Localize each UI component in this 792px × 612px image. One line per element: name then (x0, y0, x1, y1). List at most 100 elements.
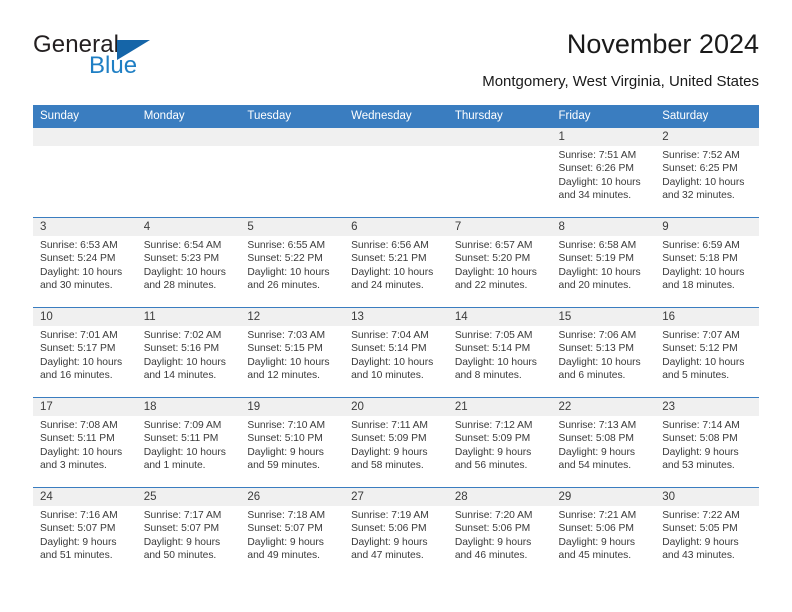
day-cell[interactable]: 1 Sunrise: 7:51 AM Sunset: 6:26 PM Daylight… (551, 128, 656, 217)
day-cell[interactable]: 12 Sunrise: 7:03 AM Sunset: 5:15 PM Dayligh… (240, 308, 345, 397)
sunset-time: Sunset: 5:24 PM (40, 253, 116, 265)
day-cell[interactable]: 11 Sunrise: 7:02 AM Sunset: 5:16 PM Dayligh… (136, 308, 241, 397)
day-cell[interactable]: 19 Sunrise: 7:10 AM Sunset: 5:10 PM Dayligh… (240, 398, 345, 487)
day-number: 15 (551, 308, 656, 326)
sunset-time: Sunset: 5:20 PM (454, 253, 531, 265)
day-cell[interactable]: 8 Sunrise: 6:58 AM Sunset: 5:19 PM Daylight… (551, 218, 656, 307)
day-cell[interactable]: 27 Sunrise: 7:19 AM Sunset: 5:06 PM Dayligh… (344, 488, 448, 577)
daylight-duration-line1: Daylight: 10 hours (40, 356, 123, 368)
calendar-cell: 14 Sunrise: 7:05 AM Sunset: 5:14 PM Dayligh… (447, 307, 552, 398)
day-cell[interactable]: 25 Sunrise: 7:17 AM Sunset: 5:07 PM Dayligh… (136, 488, 241, 577)
day-details: Sunrise: 7:13 AM Sunset: 5:08 PM Daylight:… (552, 416, 656, 473)
daylight-duration-line2: and 53 minutes. (662, 460, 735, 472)
day-details: Sunrise: 7:03 AM Sunset: 5:15 PM Daylight:… (240, 326, 344, 383)
calendar-cell (136, 127, 241, 218)
day-cell[interactable]: 16 Sunrise: 7:07 AM Sunset: 5:12 PM Dayligh… (655, 308, 759, 397)
day-cell[interactable]: 26 Sunrise: 7:18 AM Sunset: 5:07 PM Dayligh… (240, 488, 345, 577)
day-cell[interactable]: 7 Sunrise: 6:57 AM Sunset: 5:20 PM Daylight… (447, 218, 552, 307)
day-cell[interactable]: 4 Sunrise: 6:54 AM Sunset: 5:23 PM Daylight… (136, 218, 241, 307)
day-cell[interactable]: 5 Sunrise: 6:55 AM Sunset: 5:22 PM Daylight… (240, 218, 345, 307)
day-cell[interactable]: 22 Sunrise: 7:13 AM Sunset: 5:08 PM Dayligh… (551, 398, 656, 487)
daylight-duration-line1: Daylight: 10 hours (40, 266, 123, 278)
day-cell[interactable]: 20 Sunrise: 7:11 AM Sunset: 5:09 PM Dayligh… (344, 398, 448, 487)
day-cell[interactable]: 28 Sunrise: 7:20 AM Sunset: 5:06 PM Dayligh… (447, 488, 552, 577)
calendar-cell (447, 127, 552, 218)
sunrise-time: Sunrise: 7:52 AM (662, 150, 740, 161)
daylight-duration-line1: Daylight: 10 hours (454, 266, 537, 278)
day-cell[interactable]: 2 Sunrise: 7:52 AM Sunset: 6:25 PM Daylight… (655, 128, 759, 217)
day-cell[interactable]: 15 Sunrise: 7:06 AM Sunset: 5:13 PM Dayligh… (551, 308, 656, 397)
day-cell[interactable]: 21 Sunrise: 7:12 AM Sunset: 5:09 PM Dayligh… (447, 398, 552, 487)
calendar-cell: 15 Sunrise: 7:06 AM Sunset: 5:13 PM Dayligh… (551, 307, 656, 398)
weekday-header-wednesday: Wednesday (344, 105, 448, 128)
weekday-header-sunday: Sunday (33, 105, 137, 128)
day-number: 23 (655, 398, 759, 416)
day-cell[interactable]: 23 Sunrise: 7:14 AM Sunset: 5:08 PM Dayligh… (655, 398, 759, 487)
sunrise-time: Sunrise: 7:04 AM (351, 330, 429, 341)
day-details: Sunrise: 6:56 AM Sunset: 5:21 PM Daylight:… (344, 236, 448, 293)
daylight-duration-line1: Daylight: 10 hours (662, 356, 745, 368)
day-cell[interactable]: 6 Sunrise: 6:56 AM Sunset: 5:21 PM Daylight… (344, 218, 448, 307)
daylight-duration-line2: and 46 minutes. (454, 550, 528, 562)
day-details: Sunrise: 7:21 AM Sunset: 5:06 PM Daylight:… (552, 506, 656, 563)
sunset-time: Sunset: 5:05 PM (662, 523, 738, 535)
daylight-duration-line2: and 18 minutes. (662, 280, 735, 292)
calendar-cell: 7 Sunrise: 6:57 AM Sunset: 5:20 PM Daylight… (447, 217, 552, 308)
day-cell[interactable]: 29 Sunrise: 7:21 AM Sunset: 5:06 PM Dayligh… (551, 488, 656, 577)
empty-day-cell (240, 128, 345, 217)
day-details: Sunrise: 7:52 AM Sunset: 6:25 PM Daylight:… (655, 146, 759, 203)
general-blue-logo[interactable]: General Blue (33, 32, 203, 86)
calendar-cell: 5 Sunrise: 6:55 AM Sunset: 5:22 PM Daylight… (240, 217, 345, 308)
day-details: Sunrise: 7:06 AM Sunset: 5:13 PM Daylight:… (552, 326, 656, 383)
day-number: 26 (240, 488, 345, 506)
daylight-duration-line1: Daylight: 10 hours (662, 176, 745, 188)
calendar-header-row: Sunday Monday Tuesday Wednesday Thursday Frid… (33, 105, 759, 128)
day-cell[interactable]: 24 Sunrise: 7:16 AM Sunset: 5:07 PM Dayligh… (33, 488, 137, 577)
day-number: 22 (551, 398, 656, 416)
daylight-duration-line2: and 8 minutes. (454, 370, 522, 382)
calendar-week-row: 10 Sunrise: 7:01 AM Sunset: 5:17 PM Dayligh… (33, 307, 759, 398)
daylight-duration-line2: and 22 minutes. (454, 280, 528, 292)
sunset-time: Sunset: 5:10 PM (247, 433, 323, 445)
calendar-cell (240, 127, 345, 218)
calendar-cell: 9 Sunrise: 6:59 AM Sunset: 5:18 PM Daylight… (655, 217, 759, 308)
day-cell[interactable]: 30 Sunrise: 7:22 AM Sunset: 5:05 PM Dayligh… (655, 488, 759, 577)
sunset-time: Sunset: 5:07 PM (40, 523, 116, 535)
sunrise-time: Sunrise: 6:58 AM (558, 240, 637, 251)
sunrise-time: Sunrise: 7:13 AM (558, 420, 637, 431)
brand-name-blue: Blue (89, 52, 138, 79)
sunset-time: Sunset: 5:12 PM (662, 343, 738, 355)
sunrise-time: Sunrise: 7:03 AM (247, 330, 326, 341)
day-cell[interactable]: 17 Sunrise: 7:08 AM Sunset: 5:11 PM Dayligh… (33, 398, 137, 487)
day-number: 21 (447, 398, 552, 416)
sunrise-time: Sunrise: 7:19 AM (351, 510, 429, 521)
day-details: Sunrise: 7:19 AM Sunset: 5:06 PM Daylight:… (344, 506, 448, 563)
daylight-duration-line1: Daylight: 9 hours (40, 536, 117, 548)
daylight-duration-line1: Daylight: 9 hours (247, 536, 324, 548)
day-number: 8 (551, 218, 656, 236)
day-cell[interactable]: 13 Sunrise: 7:04 AM Sunset: 5:14 PM Dayligh… (344, 308, 448, 397)
sunset-time: Sunset: 5:08 PM (558, 433, 634, 445)
day-cell[interactable]: 3 Sunrise: 6:53 AM Sunset: 5:24 PM Daylight… (33, 218, 137, 307)
day-cell[interactable]: 18 Sunrise: 7:09 AM Sunset: 5:11 PM Dayligh… (136, 398, 241, 487)
day-details: Sunrise: 7:18 AM Sunset: 5:07 PM Daylight:… (240, 506, 344, 563)
sunrise-time: Sunrise: 7:10 AM (247, 420, 326, 431)
daylight-duration-line1: Daylight: 9 hours (351, 446, 428, 458)
calendar-cell: 25 Sunrise: 7:17 AM Sunset: 5:07 PM Dayligh… (136, 487, 241, 577)
day-cell[interactable]: 10 Sunrise: 7:01 AM Sunset: 5:17 PM Dayligh… (33, 308, 137, 397)
day-details: Sunrise: 6:59 AM Sunset: 5:18 PM Daylight:… (655, 236, 759, 293)
page-title: November 2024 (566, 29, 759, 59)
day-details: Sunrise: 7:02 AM Sunset: 5:16 PM Daylight:… (137, 326, 241, 383)
sunset-time: Sunset: 5:23 PM (143, 253, 220, 265)
day-cell[interactable]: 14 Sunrise: 7:05 AM Sunset: 5:14 PM Dayligh… (447, 308, 552, 397)
day-number: 24 (33, 488, 137, 506)
calendar-cell: 13 Sunrise: 7:04 AM Sunset: 5:14 PM Dayligh… (344, 307, 448, 398)
weekday-header-tuesday: Tuesday (240, 105, 345, 128)
sunset-time: Sunset: 5:14 PM (351, 343, 427, 355)
day-cell[interactable]: 9 Sunrise: 6:59 AM Sunset: 5:18 PM Daylight… (655, 218, 759, 307)
day-details: Sunrise: 6:57 AM Sunset: 5:20 PM Daylight:… (448, 236, 552, 293)
calendar-cell: 6 Sunrise: 6:56 AM Sunset: 5:21 PM Daylight… (344, 217, 448, 308)
sunrise-time: Sunrise: 7:17 AM (143, 510, 222, 521)
calendar-week-row: 17 Sunrise: 7:08 AM Sunset: 5:11 PM Dayligh… (33, 397, 759, 488)
calendar-cell: 4 Sunrise: 6:54 AM Sunset: 5:23 PM Daylight… (136, 217, 241, 308)
